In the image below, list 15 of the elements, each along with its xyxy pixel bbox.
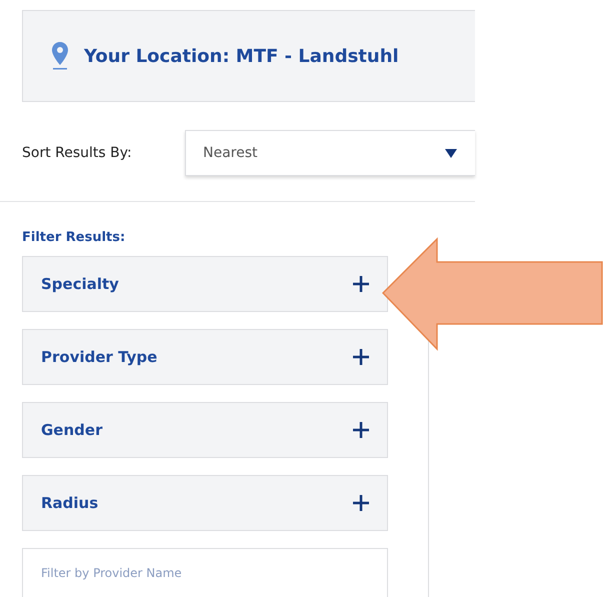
filter-section[interactable]: Radius — [22, 475, 388, 531]
filter-title: Filter Results: — [22, 230, 126, 245]
provider-name-field[interactable]: Filter by Provider Name — [22, 548, 388, 597]
plus-icon — [353, 495, 369, 511]
map-pin-icon — [50, 41, 70, 71]
filter-section[interactable]: Specialty — [22, 256, 388, 312]
filter-section[interactable]: Provider Type — [22, 329, 388, 385]
filter-section[interactable]: Gender — [22, 402, 388, 458]
sort-dropdown[interactable]: Nearest — [185, 130, 475, 176]
caret-icon — [445, 148, 457, 158]
sort-label: Sort Results By: — [22, 145, 133, 161]
plus-icon — [353, 276, 369, 292]
location-text: Your Location: MTF - Landstuhl — [84, 46, 399, 66]
plus-icon — [353, 422, 369, 438]
plus-icon — [353, 349, 369, 365]
